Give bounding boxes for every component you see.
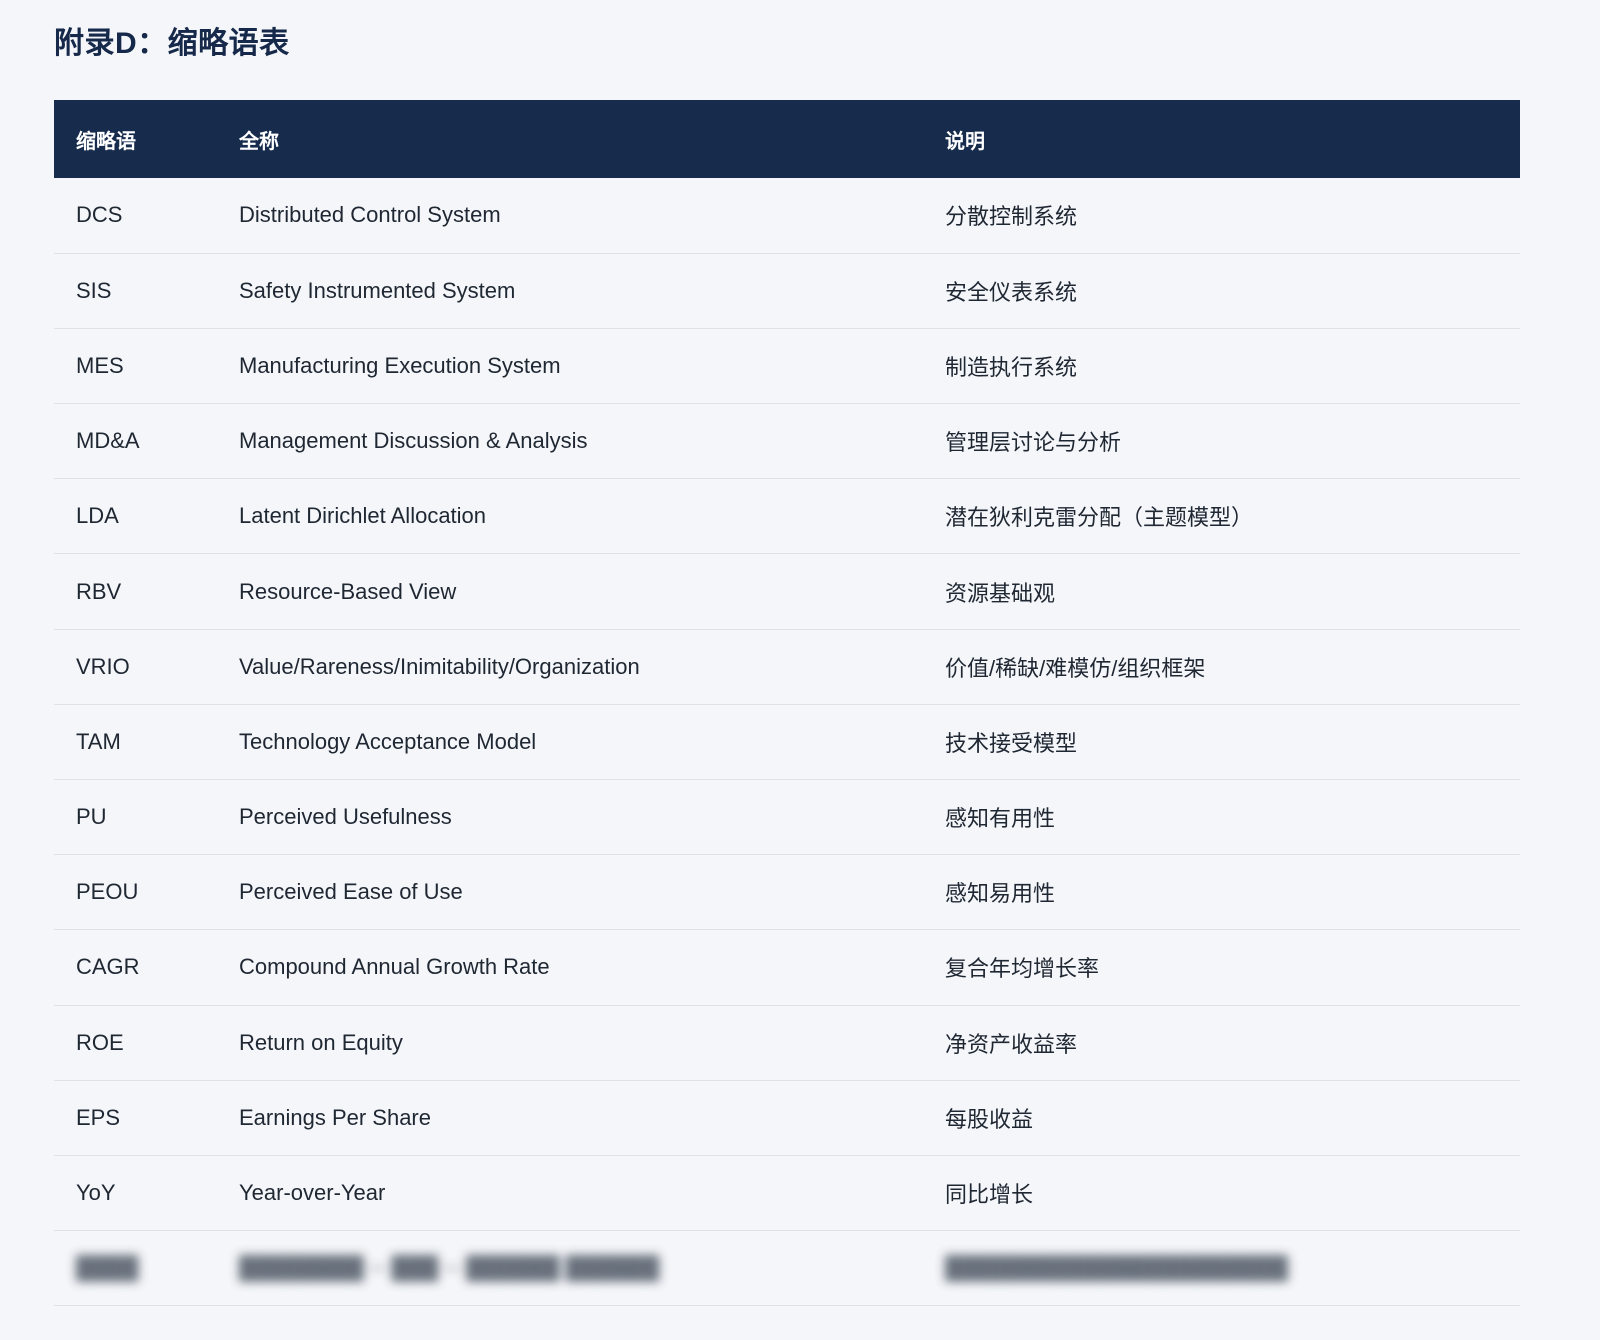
cell-full-name: Technology Acceptance Model xyxy=(239,728,537,754)
page-title: 附录D：缩略语表 xyxy=(54,27,290,60)
cell-full-name: Value/Rareness/Inimitability/Organizatio… xyxy=(239,653,640,679)
table-row: CAGR Compound Annual Growth Rate 复合年均增长率 xyxy=(54,930,1520,1006)
cell-abbr: YoY xyxy=(76,1180,116,1206)
table-row: PEOU Perceived Ease of Use 感知易用性 xyxy=(54,855,1520,930)
table-row: MD&A Management Discussion & Analysis 管理… xyxy=(54,404,1520,479)
cell-abbr: ROE xyxy=(76,1029,124,1055)
cell-full-name: Compound Annual Growth Rate xyxy=(239,954,550,980)
header-abbr: 缩略语 xyxy=(76,130,136,153)
cell-abbr: PEOU xyxy=(76,879,139,905)
cell-description: 技术接受模型 xyxy=(945,730,1078,756)
cell-abbr-blurred: ████ xyxy=(76,1255,139,1281)
cell-description: 潜在狄利克雷分配（主题模型） xyxy=(945,505,1254,531)
table-row: RBV Resource-Based View 资源基础观 xyxy=(54,554,1520,630)
cell-description: 同比增长 xyxy=(945,1182,1034,1208)
table-header-row: 缩略语 全称 说明 xyxy=(54,100,1520,178)
cell-abbr: MES xyxy=(76,352,124,378)
header-description: 说明 xyxy=(945,130,985,153)
cell-description: 净资产收益率 xyxy=(945,1031,1078,1057)
cell-full-name: Management Discussion & Analysis xyxy=(239,428,588,454)
cell-description: 分散控制系统 xyxy=(945,204,1078,230)
abbreviation-table: 缩略语 全称 说明 DCS Distributed Control System… xyxy=(54,100,1520,1306)
table-row: ROE Return on Equity 净资产收益率 xyxy=(54,1005,1520,1081)
cell-full-name: Perceived Usefulness xyxy=(239,804,452,830)
cell-abbr: RBV xyxy=(76,578,122,604)
cell-full-name: Year-over-Year xyxy=(239,1180,386,1206)
cell-description: 复合年均增长率 xyxy=(945,956,1100,982)
table-row: LDA Latent Dirichlet Allocation 潜在狄利克雷分配… xyxy=(54,479,1520,554)
cell-abbr: TAM xyxy=(76,728,121,754)
cell-abbr: SIS xyxy=(76,277,112,303)
cell-description: 管理层讨论与分析 xyxy=(945,430,1122,456)
cell-description: 资源基础观 xyxy=(945,580,1056,606)
cell-description: 制造执行系统 xyxy=(945,354,1078,380)
table-row-blurred: ████ ████████ ─ ███ ─ ██████ ██████ ████… xyxy=(54,1231,1520,1306)
cell-full-name: Earnings Per Share xyxy=(239,1104,431,1130)
cell-full-name: Safety Instrumented System xyxy=(239,277,516,303)
table-row: DCS Distributed Control System 分散控制系统 xyxy=(54,178,1520,254)
cell-description: 感知有用性 xyxy=(945,806,1056,832)
cell-abbr: LDA xyxy=(76,503,119,529)
table-row: YoY Year-over-Year 同比增长 xyxy=(54,1155,1520,1231)
cell-full-name: Perceived Ease of Use xyxy=(239,879,463,905)
cell-abbr: VRIO xyxy=(76,653,130,679)
cell-full-name: Manufacturing Execution System xyxy=(239,352,561,378)
cell-abbr: CAGR xyxy=(76,954,140,980)
cell-abbr: PU xyxy=(76,804,107,830)
cell-description: 每股收益 xyxy=(945,1106,1034,1132)
abbreviation-table-container: 缩略语 全称 说明 DCS Distributed Control System… xyxy=(54,100,1520,1306)
header-full-name: 全称 xyxy=(239,130,279,153)
table-row: VRIO Value/Rareness/Inimitability/Organi… xyxy=(54,629,1520,705)
cell-description: 价值/稀缺/难模仿/组织框架 xyxy=(945,655,1206,681)
table-row: MES Manufacturing Execution System 制造执行系… xyxy=(54,328,1520,404)
table-row: SIS Safety Instrumented System 安全仪表系统 xyxy=(54,253,1520,329)
table-body: DCS Distributed Control System 分散控制系统 SI… xyxy=(54,178,1520,1306)
cell-full-name: Return on Equity xyxy=(239,1029,403,1055)
cell-full-name: Resource-Based View xyxy=(239,578,457,604)
cell-abbr: MD&A xyxy=(76,428,140,454)
cell-full-name: Latent Dirichlet Allocation xyxy=(239,503,487,529)
cell-description: 安全仪表系统 xyxy=(945,279,1078,305)
table-row: PU Perceived Usefulness 感知有用性 xyxy=(54,780,1520,855)
cell-full-name-blurred: ████████ ─ ███ ─ ██████ ██████ xyxy=(239,1255,660,1281)
table-row: EPS Earnings Per Share 每股收益 xyxy=(54,1080,1520,1156)
cell-full-name: Distributed Control System xyxy=(239,202,501,228)
cell-abbr: DCS xyxy=(76,202,123,228)
cell-description-blurred: ██████████████████████ xyxy=(945,1255,1288,1281)
table-header: 缩略语 全称 说明 xyxy=(54,100,1520,178)
cell-abbr: EPS xyxy=(76,1104,121,1130)
table-row: TAM Technology Acceptance Model 技术接受模型 xyxy=(54,704,1520,780)
cell-description: 感知易用性 xyxy=(945,881,1056,907)
